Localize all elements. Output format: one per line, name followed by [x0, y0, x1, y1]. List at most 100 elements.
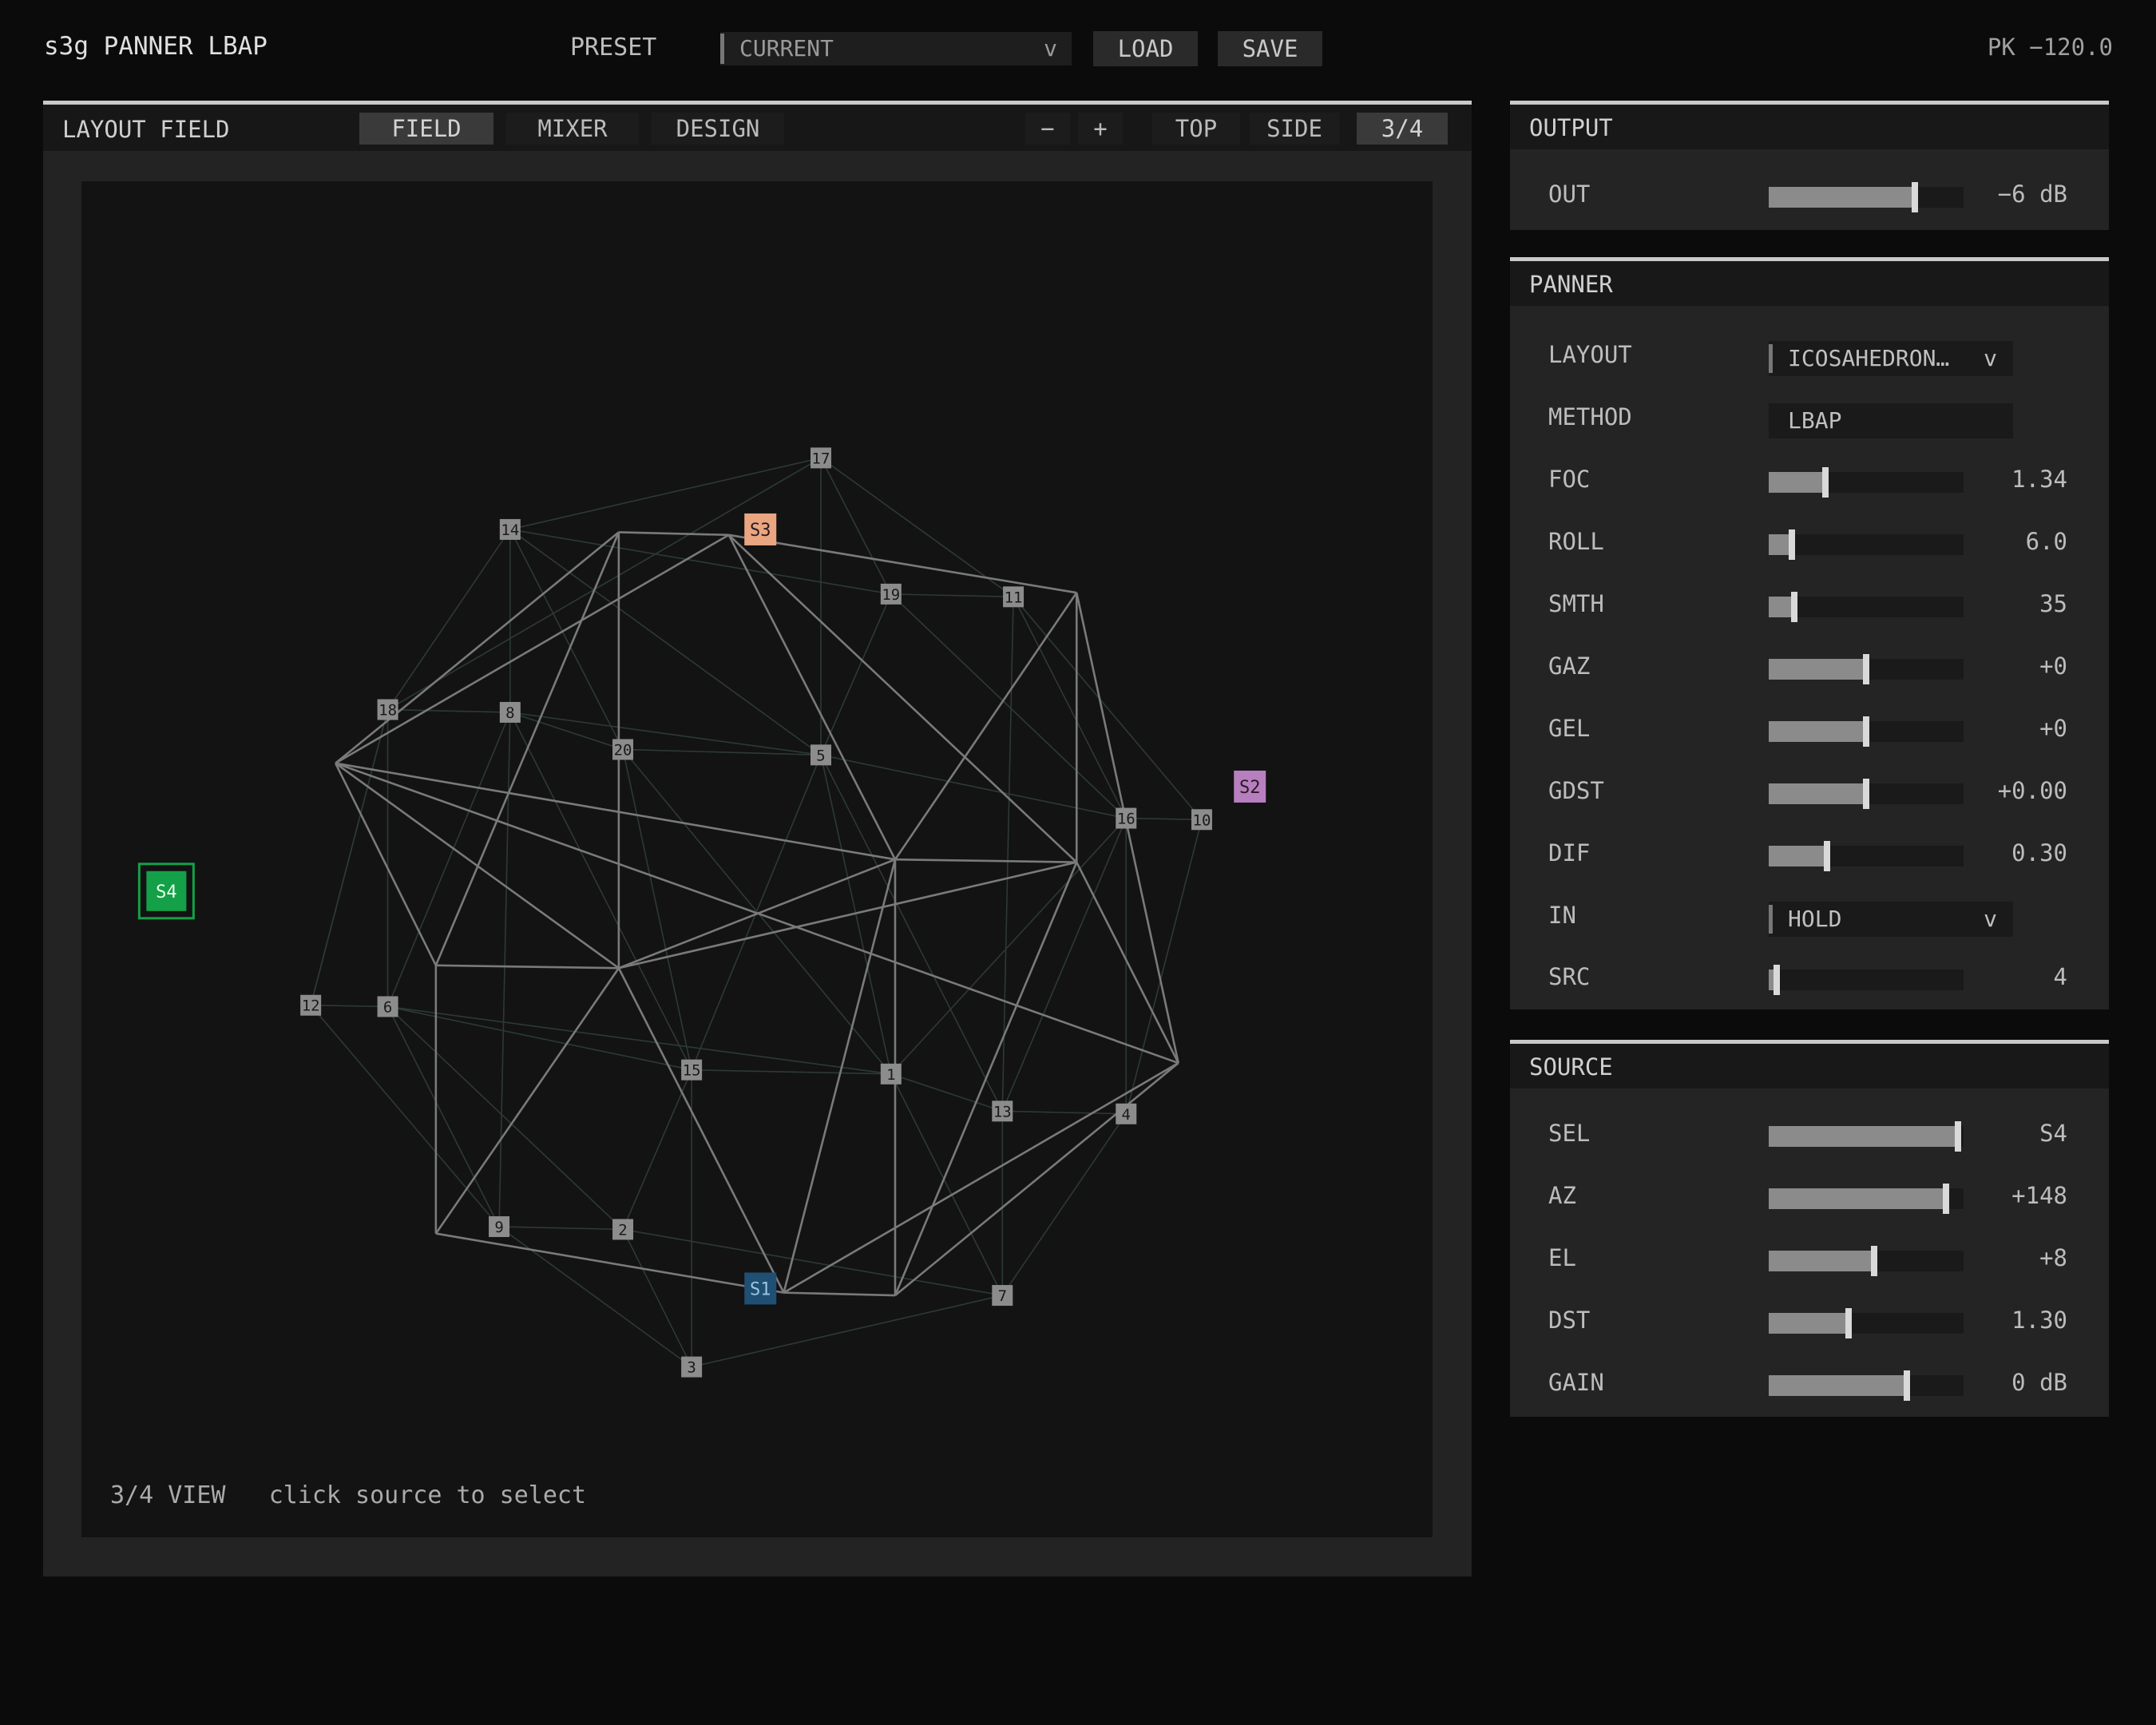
speaker-8[interactable]: 8	[499, 701, 521, 723]
select-accent	[1769, 905, 1773, 934]
speaker-16[interactable]: 16	[1116, 807, 1137, 829]
layout-edge	[434, 967, 620, 1235]
speaker-13[interactable]: 13	[992, 1100, 1013, 1122]
gel-slider[interactable]	[1769, 716, 1964, 747]
speaker-10[interactable]: 10	[1191, 809, 1212, 831]
speaker-link	[820, 754, 1004, 1112]
layout-edge	[335, 533, 730, 764]
layout-field-panel: LAYOUT FIELD FIELD MIXER DESIGN − + TOP …	[43, 101, 1472, 1576]
src-slider[interactable]	[1769, 965, 1964, 995]
out-slider-handle[interactable]	[1912, 182, 1918, 212]
zoom-in-button[interactable]: +	[1078, 113, 1123, 145]
tab-field[interactable]: FIELD	[359, 113, 493, 145]
dif-slider[interactable]	[1769, 841, 1964, 871]
source-dst-slider-handle[interactable]	[1845, 1308, 1852, 1338]
field-toolbar: LAYOUT FIELD FIELD MIXER DESIGN − + TOP …	[43, 105, 1472, 151]
source-az-value: +148	[2011, 1182, 2067, 1209]
dif-slider-handle[interactable]	[1824, 841, 1830, 871]
speaker-link	[387, 1005, 624, 1230]
select-accent	[720, 34, 724, 64]
view-three-quarter-button[interactable]: 3/4	[1357, 113, 1448, 145]
speaker-17[interactable]: 17	[810, 447, 831, 469]
view-mode-label: 3/4 VIEW	[110, 1481, 226, 1509]
foc-value: 1.34	[2011, 466, 2067, 493]
gel-slider-handle[interactable]	[1863, 716, 1869, 747]
source-el-slider[interactable]	[1769, 1246, 1964, 1276]
gel-slider-fill	[1769, 721, 1866, 742]
source-s3[interactable]: S3	[744, 513, 777, 545]
speaker-6[interactable]: 6	[377, 996, 398, 1017]
roll-label: ROLL	[1548, 528, 1604, 555]
speaker-5[interactable]: 5	[810, 744, 831, 766]
gdst-slider-handle[interactable]	[1863, 779, 1869, 809]
foc-slider[interactable]	[1769, 467, 1964, 498]
out-slider-fill	[1769, 187, 1915, 208]
source-s4[interactable]: S4	[137, 862, 195, 920]
source-az-label: AZ	[1548, 1182, 1576, 1209]
source-gain-slider-handle[interactable]	[1904, 1370, 1910, 1401]
source-sel-slider[interactable]	[1769, 1121, 1964, 1152]
preset-select[interactable]: CURRENT v	[720, 32, 1072, 65]
out-slider[interactable]	[1769, 182, 1964, 212]
foc-slider-handle[interactable]	[1822, 467, 1829, 498]
speaker-12[interactable]: 12	[300, 994, 322, 1016]
source-az-slider[interactable]	[1769, 1184, 1964, 1214]
speaker-2[interactable]: 2	[612, 1219, 634, 1240]
layout-edge	[894, 862, 1078, 1296]
source-el-value: +8	[2039, 1244, 2067, 1271]
source-el-slider-fill	[1769, 1251, 1874, 1271]
input-mode-select[interactable]: HOLD v	[1769, 902, 2013, 937]
src-value: 4	[2053, 963, 2067, 990]
speaker-7[interactable]: 7	[992, 1285, 1013, 1307]
roll-slider-handle[interactable]	[1789, 529, 1795, 560]
layout-select[interactable]: ICOSAHEDRON… v	[1769, 341, 2013, 376]
speaker-4[interactable]: 4	[1116, 1103, 1137, 1124]
speaker-label: 4	[1122, 1106, 1131, 1124]
source-el-slider-handle[interactable]	[1871, 1246, 1877, 1276]
speaker-link	[890, 1073, 1004, 1296]
speaker-9[interactable]: 9	[489, 1215, 510, 1237]
tab-mixer[interactable]: MIXER	[506, 113, 639, 145]
source-s2[interactable]: S2	[1234, 770, 1266, 803]
preset-label: PRESET	[570, 34, 657, 61]
source-gain-slider[interactable]	[1769, 1370, 1964, 1401]
speaker-14[interactable]: 14	[499, 518, 521, 540]
source-s1[interactable]: S1	[744, 1272, 777, 1305]
source-label: S3	[750, 521, 771, 541]
speaker-label: 15	[683, 1062, 701, 1080]
tab-design[interactable]: DESIGN	[652, 113, 784, 145]
input-mode-value: HOLD	[1788, 906, 1842, 932]
speaker-link	[387, 457, 822, 711]
source-label: S2	[1239, 778, 1261, 798]
speaker-field[interactable]: 1 2 3 4 5 6 7 8 9 10 11 12 13 14 15 16 17 18 19 20 S1 S2 S3 S4 …	[81, 181, 1433, 1537]
speaker-18[interactable]: 18	[377, 699, 398, 720]
smth-slider-handle[interactable]	[1791, 592, 1797, 622]
speaker-20[interactable]: 20	[612, 739, 634, 760]
speaker-1[interactable]: 1	[880, 1063, 902, 1085]
speaker-11[interactable]: 11	[1003, 586, 1024, 608]
source-sel-value: S4	[2039, 1120, 2067, 1147]
smth-slider[interactable]	[1769, 592, 1964, 622]
speaker-3[interactable]: 3	[681, 1356, 703, 1378]
speaker-link	[622, 1229, 692, 1367]
source-dst-slider[interactable]	[1769, 1308, 1964, 1338]
speaker-15[interactable]: 15	[681, 1059, 703, 1081]
gaz-slider[interactable]	[1769, 654, 1964, 684]
gaz-slider-handle[interactable]	[1863, 654, 1869, 684]
speaker-19[interactable]: 19	[880, 583, 902, 605]
view-top-button[interactable]: TOP	[1152, 113, 1240, 145]
layout-edge	[435, 964, 619, 970]
source-panel: SOURCE SEL S4 AZ +148 EL +8 DST 1.30 GAIN 0 dB	[1510, 1040, 2109, 1417]
method-select[interactable]: LBAP	[1769, 403, 2013, 438]
zoom-out-button[interactable]: −	[1025, 113, 1070, 145]
speaker-label: 5	[816, 747, 825, 764]
view-side-button[interactable]: SIDE	[1250, 113, 1339, 145]
app-title: s3g PANNER LBAP	[44, 32, 268, 61]
field-canvas[interactable]: 1234567891011121314151617181920S1S2S3S4	[81, 181, 1433, 1537]
save-button[interactable]: SAVE	[1218, 31, 1322, 66]
src-slider-handle[interactable]	[1774, 965, 1780, 995]
layout-edge	[783, 859, 897, 1293]
gdst-slider[interactable]	[1769, 779, 1964, 809]
load-button[interactable]: LOAD	[1093, 31, 1198, 66]
roll-slider[interactable]	[1769, 529, 1964, 560]
